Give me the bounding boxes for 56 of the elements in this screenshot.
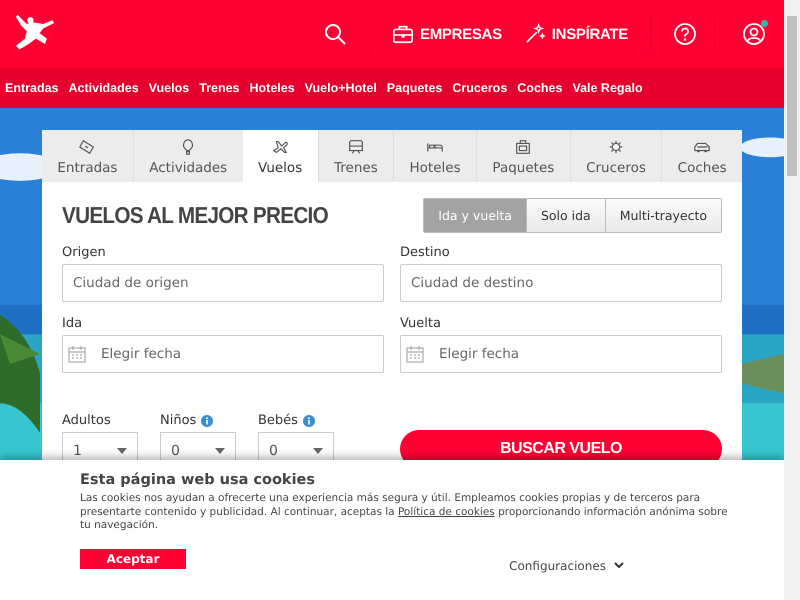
nav-link[interactable]: Actividades — [68, 81, 139, 95]
info-icon[interactable] — [201, 414, 214, 426]
caret-icon — [215, 448, 225, 454]
category-tab[interactable]: Paquetes — [476, 130, 570, 182]
input-field[interactable]: Ciudad de destino — [400, 264, 722, 302]
accept-button[interactable]: Aceptar — [80, 548, 186, 569]
briefcase-icon — [392, 23, 414, 45]
train-icon — [346, 138, 365, 156]
category-tab[interactable]: Hoteles — [393, 130, 476, 182]
caret-icon — [313, 448, 323, 454]
category-tab[interactable]: Trenes — [318, 130, 394, 182]
nav-link[interactable]: Hoteles — [250, 81, 295, 95]
calendar-icon — [67, 344, 87, 364]
cookie-title: Esta página web usa cookies — [80, 472, 316, 488]
field-label: Adultos — [62, 413, 111, 428]
category-tab[interactable]: Vuelos — [242, 130, 318, 182]
category-tab[interactable]: Coches — [661, 130, 742, 182]
nav-link[interactable]: Vuelos — [148, 81, 190, 95]
cookie-policy-link[interactable]: Política de cookies — [398, 506, 495, 518]
header-link[interactable]: EMPRESAS — [392, 23, 502, 45]
field-label: Ida — [62, 316, 84, 331]
date-field[interactable]: Elegir fecha — [62, 335, 384, 373]
date-field[interactable]: Elegir fecha — [400, 335, 722, 373]
airplane-icon — [271, 138, 290, 156]
calendar-icon — [405, 344, 425, 364]
field-label: Vuelta — [400, 316, 442, 331]
field-label: Bebés — [258, 413, 298, 428]
nav-link[interactable]: Trenes — [199, 81, 240, 95]
scrollbar[interactable] — [784, 0, 800, 600]
caret-icon — [117, 448, 127, 454]
header-link[interactable]: INSPÍRATE — [524, 23, 628, 45]
nav-link[interactable]: Entradas — [5, 81, 58, 95]
user-icon[interactable] — [742, 22, 766, 46]
suitcase-icon — [514, 138, 532, 156]
help-icon[interactable] — [673, 22, 697, 46]
nav-link[interactable]: Cruceros — [452, 81, 508, 95]
chevron-down-icon — [614, 562, 624, 570]
info-icon[interactable] — [302, 414, 315, 426]
settings-link[interactable]: Configuraciones — [509, 558, 624, 573]
section-title: VUELOS AL MEJOR PRECIO — [62, 202, 328, 229]
field-label: Niños — [160, 413, 196, 428]
search-icon[interactable] — [323, 22, 347, 46]
field-label: Origen — [62, 245, 107, 260]
trip-type-button[interactable]: Multi-trayecto — [604, 199, 721, 232]
field-label: Destino — [400, 245, 451, 260]
category-tab[interactable]: Entradas — [42, 130, 133, 182]
nav-link[interactable]: Vuelo+Hotel — [304, 81, 377, 95]
category-tab[interactable]: Cruceros — [570, 130, 662, 182]
nav-link[interactable]: Paquetes — [386, 81, 442, 95]
trip-type-button[interactable]: Solo ida — [526, 199, 605, 232]
nav-link[interactable]: Coches — [517, 81, 562, 95]
magic-wand-icon — [524, 23, 546, 45]
cookie-text: Las cookies nos ayudan a ofrecerte una experiencia más segura y útil. Empleamos cookies propias y de terceros para presentarte contenido y publicidad. Al continuar, aceptas la Política de cookies proporcionando información anónima sobre tu navegación. — [80, 492, 729, 533]
input-field[interactable]: Ciudad de origen — [62, 264, 384, 302]
ticket-icon — [78, 138, 96, 156]
nav-link[interactable]: Vale Regalo — [572, 81, 643, 95]
